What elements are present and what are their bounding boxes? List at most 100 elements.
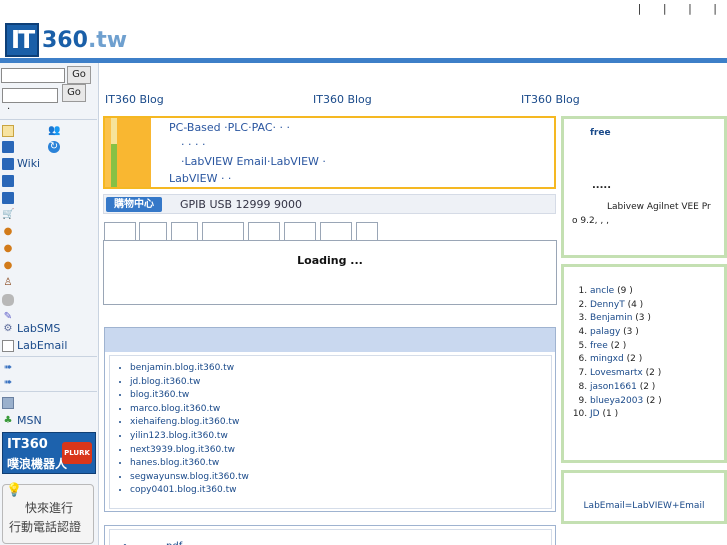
blog-list-body: benjamin.blog.it360.tw jd.blog.it360.tw … — [109, 355, 552, 509]
sidebar-item-database[interactable] — [2, 292, 17, 307]
list-item[interactable]: copy0401.blog.it360.tw — [130, 484, 249, 498]
tab-7[interactable] — [320, 222, 352, 241]
tab-1[interactable] — [104, 222, 136, 242]
free-link[interactable]: free — [590, 128, 611, 138]
shop-center-button[interactable]: 購物中心 — [106, 197, 162, 212]
pdf-link[interactable]: • pdf — [122, 541, 182, 545]
list-item[interactable]: next3939.blog.it360.tw — [130, 444, 249, 458]
bulb-icon: 💡 — [6, 483, 23, 498]
note-icon — [2, 124, 14, 137]
tab-6[interactable] — [284, 222, 316, 241]
phone-line2: 行動電話認證 — [9, 520, 82, 534]
list-item[interactable]: xiehaifeng.blog.it360.tw — [130, 416, 249, 430]
sidebar-item-notes[interactable] — [2, 123, 17, 138]
list-item[interactable]: blog.it360.tw — [130, 389, 249, 403]
login-input[interactable] — [2, 88, 58, 103]
ranking-user-link[interactable]: palagy — [590, 327, 620, 337]
list-item[interactable]: jd.blog.it360.tw — [130, 376, 249, 390]
shop-promo-text[interactable]: GPIB USB 12999 9000 — [180, 198, 302, 211]
sidebar-item-book[interactable] — [2, 139, 17, 154]
promo-line[interactable]: PC-Based ·PLC·PAC· · · — [169, 121, 290, 134]
gear-icon: ⚙ — [3, 322, 13, 334]
plurk-subtitle: 噗浪機器人 — [7, 457, 68, 471]
ranking-item: DennyT (4 ) — [590, 299, 662, 313]
list-item[interactable]: benjamin.blog.it360.tw — [130, 362, 249, 376]
plurk-robot-banner[interactable]: IT360 噗浪機器人 PLURK — [2, 432, 96, 474]
book-icon — [2, 191, 14, 204]
arrow-right-icon: ➠ — [3, 376, 13, 388]
sidebar-item-calc[interactable] — [2, 395, 17, 410]
site-logo[interactable]: IT 360.tw — [5, 23, 127, 57]
plurk-title: IT360 — [7, 437, 48, 452]
ranking-user-link[interactable]: jason1661 — [590, 382, 637, 392]
blog-tab-2[interactable]: IT360 Blog — [313, 93, 372, 106]
sidebar-item-tag-2[interactable]: ● — [2, 241, 17, 256]
ranking-item: Benjamin (3 ) — [590, 312, 662, 326]
left-sidebar: Go Go · 👥 ↻ Wiki 🛒 ● ● ● ♙ ✎ ⚙ LabSMS La… — [0, 63, 99, 545]
sidebar-item-cart[interactable]: 🛒 — [2, 207, 17, 222]
calculator-icon — [2, 396, 14, 409]
promo-stripe — [117, 118, 151, 187]
ranking-user-link[interactable]: mingxd — [590, 354, 624, 364]
sidebar-item-labsms[interactable]: ⚙ LabSMS — [2, 321, 61, 336]
arrow-right-icon: ➠ — [3, 361, 13, 373]
database-icon — [2, 293, 14, 306]
sidebar-item-msn[interactable]: ♣ MSN — [2, 413, 42, 428]
sidebar-item-book-3[interactable] — [2, 190, 17, 205]
labemail-link[interactable]: LabEmail=LabVIEW+Email — [564, 501, 724, 511]
book-icon — [2, 174, 14, 187]
sidebar-divider — [0, 356, 97, 357]
sidebar-item-book-2[interactable] — [2, 173, 17, 188]
list-item[interactable]: yilin123.blog.it360.tw — [130, 430, 249, 444]
login-go-button[interactable]: Go — [62, 84, 86, 102]
book-icon — [2, 140, 14, 153]
ranking-user-link[interactable]: blueya2003 — [590, 396, 643, 406]
sidebar-item-tag-1[interactable]: ● — [2, 224, 17, 239]
promo-line[interactable]: · · · · — [181, 138, 205, 151]
sidebar-item-label: LabEmail — [17, 339, 68, 352]
list-item[interactable]: segwayunsw.blog.it360.tw — [130, 471, 249, 485]
ranking-user-link[interactable]: DennyT — [590, 300, 625, 310]
ranking-user-link[interactable]: JD — [590, 409, 600, 419]
search-input[interactable] — [1, 68, 65, 83]
ranking-item: JD (1 ) — [590, 408, 662, 422]
blog-list-header — [105, 328, 555, 352]
sidebar-item-link-1[interactable]: ➠ — [2, 360, 17, 375]
ranking-user-link[interactable]: ancle — [590, 286, 614, 296]
ranking-user-link[interactable]: Benjamin — [590, 313, 632, 323]
tab-5[interactable] — [248, 222, 280, 241]
sidebar-item-wiki[interactable]: Wiki — [2, 156, 40, 171]
logo-mark: IT — [5, 23, 39, 57]
user-icon: ♙ — [3, 276, 13, 288]
promo-line[interactable]: ·LabVIEW Email·LabVIEW · — [181, 155, 326, 168]
phone-verify-banner[interactable]: 💡 快來進行 行動電話認證 — [2, 483, 94, 544]
sidebar-item-labemail[interactable]: LabEmail — [2, 338, 67, 353]
sidebar-item-link-2[interactable]: ➠ — [2, 375, 17, 390]
tab-3[interactable] — [171, 222, 198, 241]
promo-line[interactable]: LabVIEW · · — [169, 172, 231, 185]
sidebar-item-members[interactable]: 👥 — [48, 123, 63, 138]
tab-4[interactable] — [202, 222, 244, 241]
news-line[interactable]: Labivew Agilnet VEE Pr — [607, 202, 711, 212]
right-box-ranking: ancle (9 ) DennyT (4 ) Benjamin (3 ) pal… — [561, 264, 727, 463]
ranking-user-link[interactable]: Lovesmartx — [590, 368, 643, 378]
sidebar-item-user[interactable]: ♙ — [2, 275, 17, 290]
blog-tab-1[interactable]: IT360 Blog — [105, 93, 164, 106]
news-line[interactable]: o 9.2, , , — [572, 216, 609, 226]
list-item[interactable]: marco.blog.it360.tw — [130, 403, 249, 417]
tab-8[interactable] — [356, 222, 378, 241]
ranking-user-link[interactable]: free — [590, 341, 608, 351]
sidebar-item-refresh[interactable]: ↻ — [48, 139, 63, 154]
sidebar-item-label: LabSMS — [17, 322, 61, 335]
sidebar-item-tag-3[interactable]: ● — [2, 258, 17, 273]
tab-2[interactable] — [139, 222, 167, 241]
ranking-item: mingxd (2 ) — [590, 353, 662, 367]
tab-panel: Loading ... — [103, 240, 557, 305]
search-go-button[interactable]: Go — [67, 66, 91, 84]
sidebar-divider — [0, 391, 97, 392]
blog-tab-3[interactable]: IT360 Blog — [521, 93, 580, 106]
list-item[interactable]: hanes.blog.it360.tw — [130, 457, 249, 471]
logo-text: 360.tw — [42, 27, 128, 53]
top-separator: | — [637, 2, 642, 15]
sidebar-item-label: Wiki — [17, 157, 41, 170]
